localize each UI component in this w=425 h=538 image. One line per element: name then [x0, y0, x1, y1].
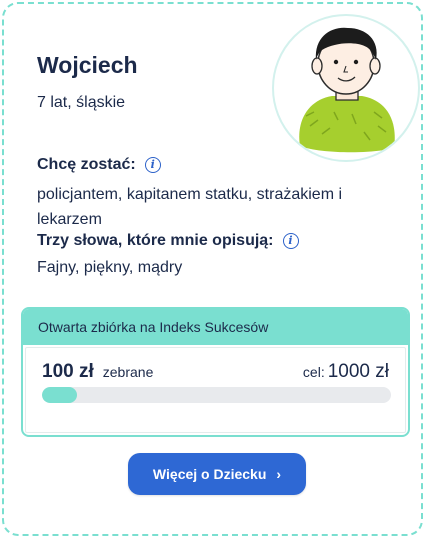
- goal-amount: 1000 zł: [327, 361, 389, 382]
- chevron-right-icon: ›: [276, 466, 282, 482]
- more-about-child-button[interactable]: Więcej o Dziecku ›: [128, 453, 306, 495]
- goal-label: cel:: [302, 364, 325, 380]
- raised-summary: 100 zł zebrane: [42, 361, 153, 383]
- dream-text: policjantem, kapitanem statku, strażakie…: [37, 186, 343, 228]
- progress-bar-fill: [42, 387, 77, 403]
- words-text: Fajny, piękny, mądry: [37, 259, 183, 276]
- child-drawing-avatar: [299, 27, 395, 153]
- child-profile-card: Wojciech 7 lat, śląskie Chcę zostać: i p…: [2, 2, 423, 536]
- dream-heading-label: Chcę zostać:: [37, 156, 136, 173]
- words-heading-label: Trzy słowa, które mnie opisują:: [37, 232, 274, 249]
- goal-summary: cel: 1000 zł: [303, 361, 389, 383]
- words-heading: Trzy słowa, które mnie opisują: i: [37, 232, 299, 250]
- avatar: [272, 14, 420, 162]
- more-about-child-label: Więcej o Dziecku: [152, 466, 267, 482]
- child-age-region: 7 lat, śląskie: [37, 94, 126, 111]
- info-icon[interactable]: i: [144, 157, 161, 173]
- fundraiser-box: Otwarta zbiórka na Indeks Sukcesów 100 z…: [21, 307, 410, 437]
- progress-bar: [42, 387, 391, 403]
- dream-heading: Chcę zostać: i: [37, 156, 161, 174]
- fundraiser-title: Otwarta zbiórka na Indeks Sukcesów: [23, 309, 408, 345]
- raised-label: zebrane: [102, 364, 154, 380]
- fundraiser-progress-panel: 100 zł zebrane cel: 1000 zł: [25, 347, 406, 433]
- raised-amount: 100 zł: [42, 361, 94, 382]
- info-icon[interactable]: i: [282, 233, 299, 249]
- child-name: Wojciech: [37, 52, 138, 78]
